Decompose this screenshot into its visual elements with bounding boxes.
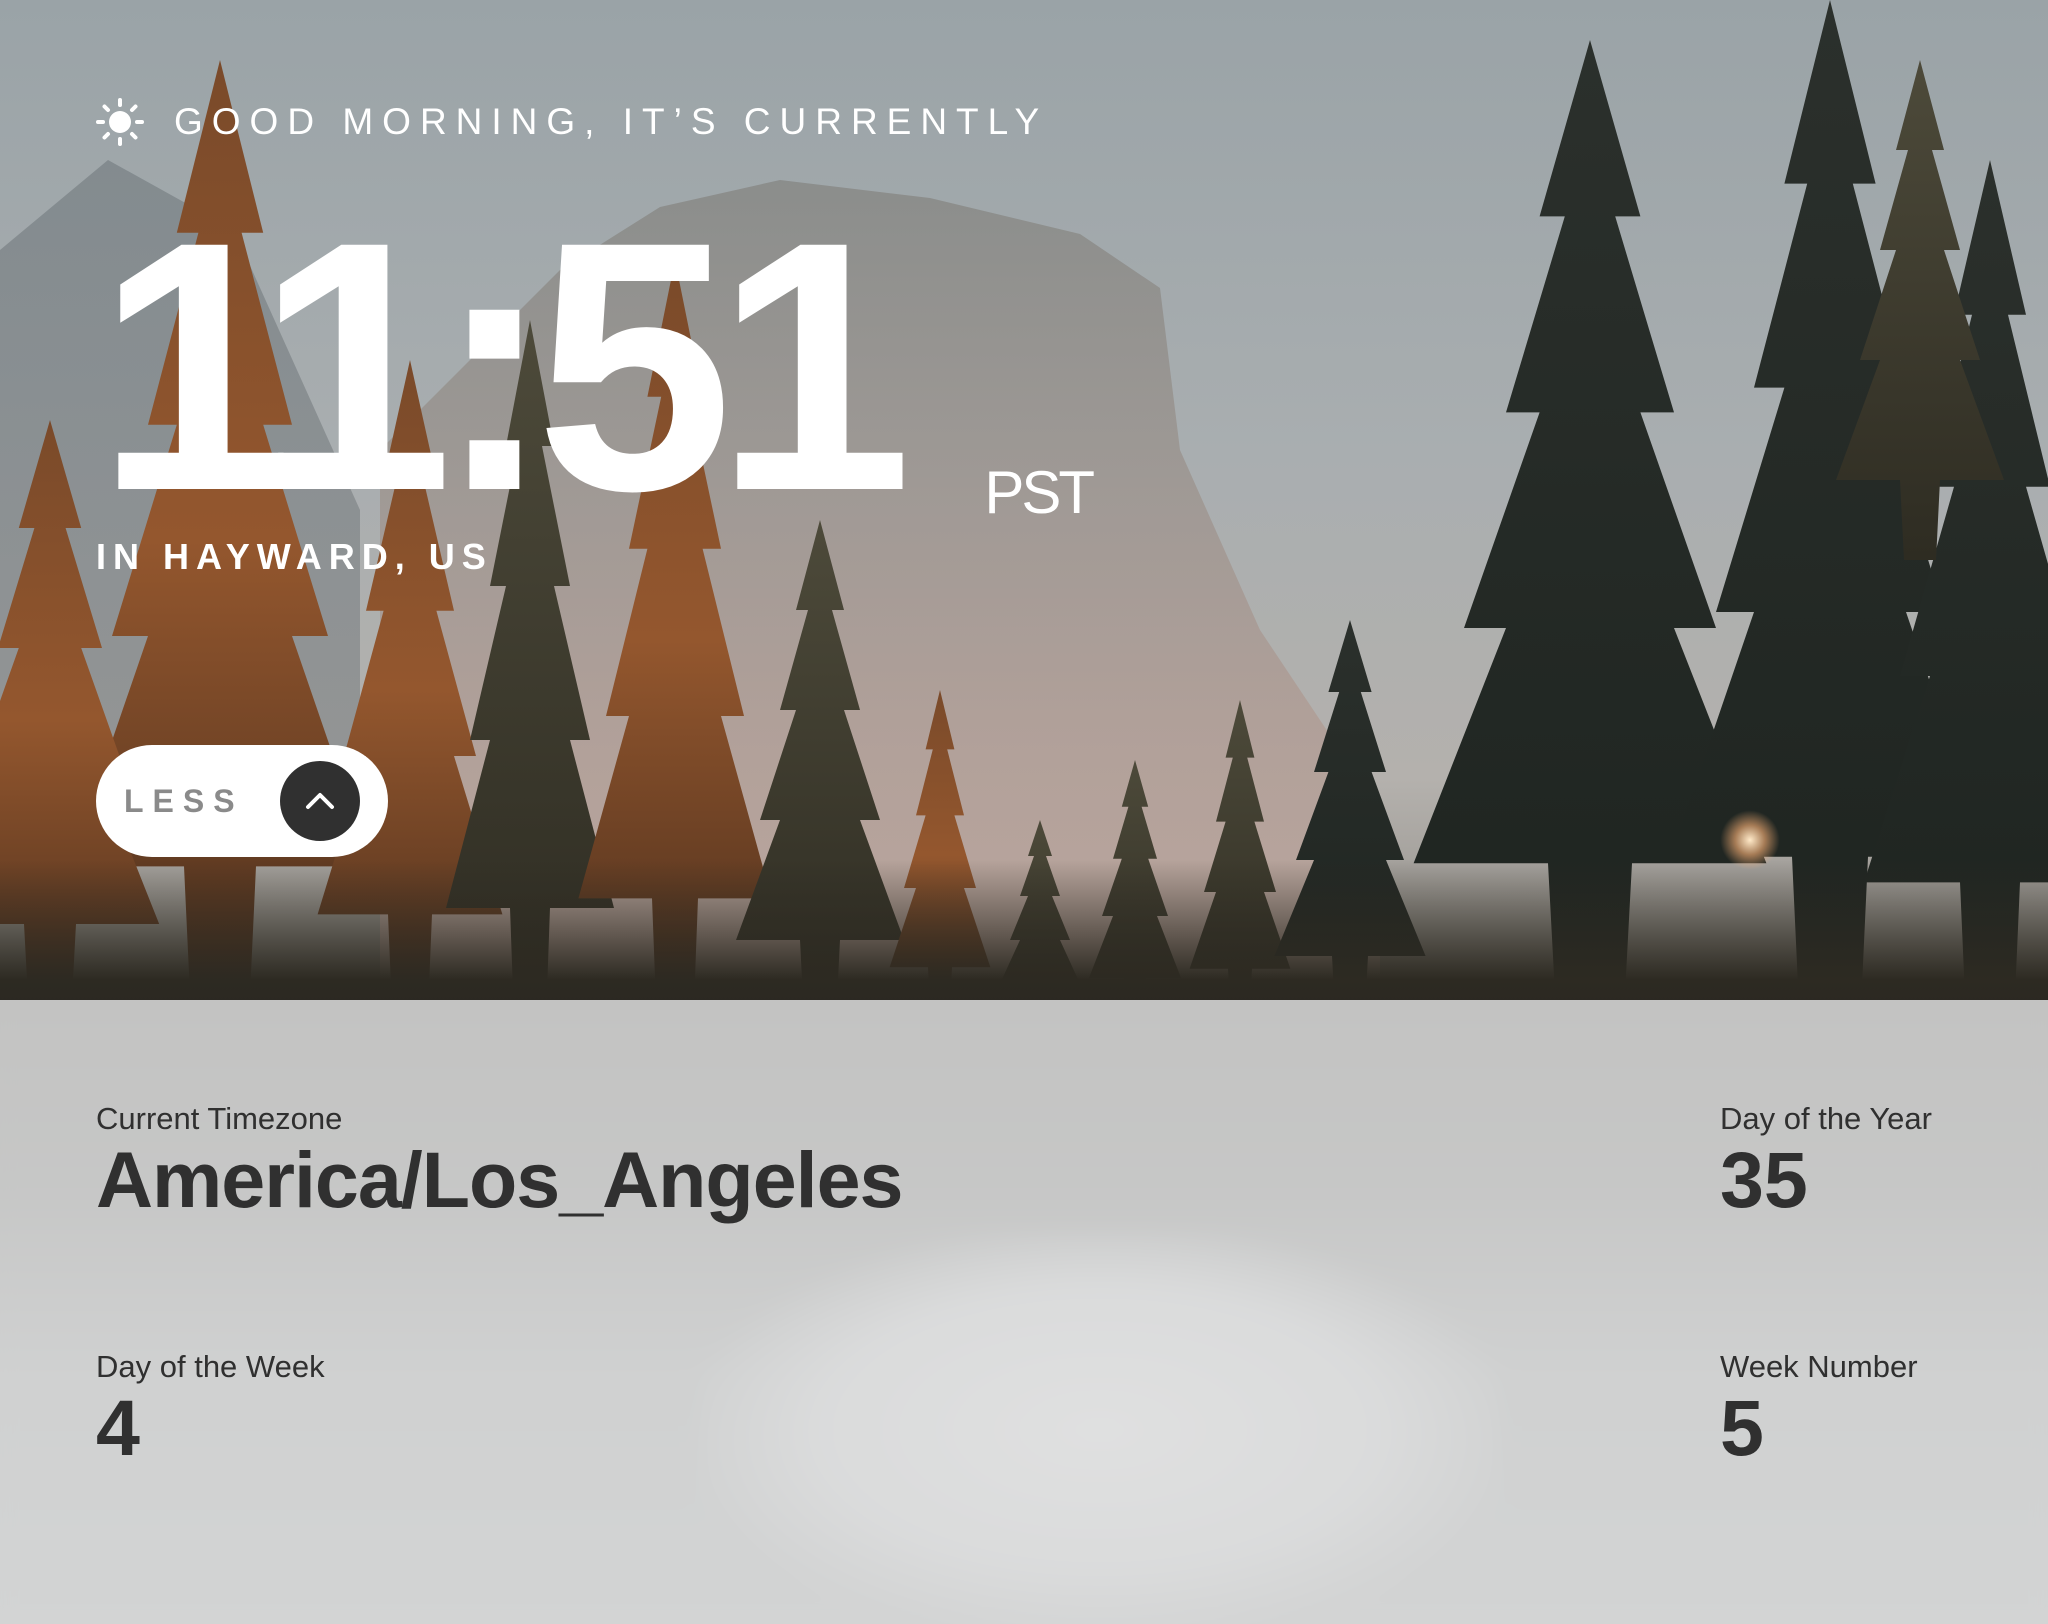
toggle-label: LESS [124, 782, 244, 819]
location: IN HAYWARD, US [96, 536, 493, 577]
current-timezone-value: America/Los_Angeles [96, 1135, 903, 1225]
greeting: GOOD MORNING, IT’S CURRENTLY [96, 98, 1048, 146]
timezone-abbreviation: PST [984, 459, 1095, 526]
clock-time: 11:51 [96, 169, 912, 565]
day-of-week-label: Day of the Week [96, 1349, 325, 1384]
current-timezone-label: Current Timezone [96, 1101, 343, 1136]
sun-icon [96, 98, 144, 146]
week-number-value: 5 [1720, 1383, 1764, 1473]
chevron-up-icon[interactable] [280, 761, 360, 841]
current-timezone: Current Timezone America/Los_Angeles [96, 1100, 903, 1225]
day-of-year-label: Day of the Year [1720, 1101, 1932, 1136]
week-number: Week Number 5 [1720, 1348, 1918, 1472]
details-panel: Current Timezone America/Los_Angeles Day… [0, 1000, 2048, 1624]
day-of-year: Day of the Year 35 [1720, 1100, 1932, 1224]
greeting-text: GOOD MORNING, IT’S CURRENTLY [174, 101, 1049, 142]
clock: 11:51 PST [96, 169, 1095, 565]
day-of-week: Day of the Week 4 [96, 1348, 325, 1472]
less-toggle-button[interactable]: LESS [96, 745, 388, 857]
day-of-week-value: 4 [96, 1383, 140, 1473]
week-number-label: Week Number [1720, 1349, 1918, 1384]
sun-flare [1720, 810, 1780, 870]
day-of-year-value: 35 [1720, 1135, 1808, 1225]
